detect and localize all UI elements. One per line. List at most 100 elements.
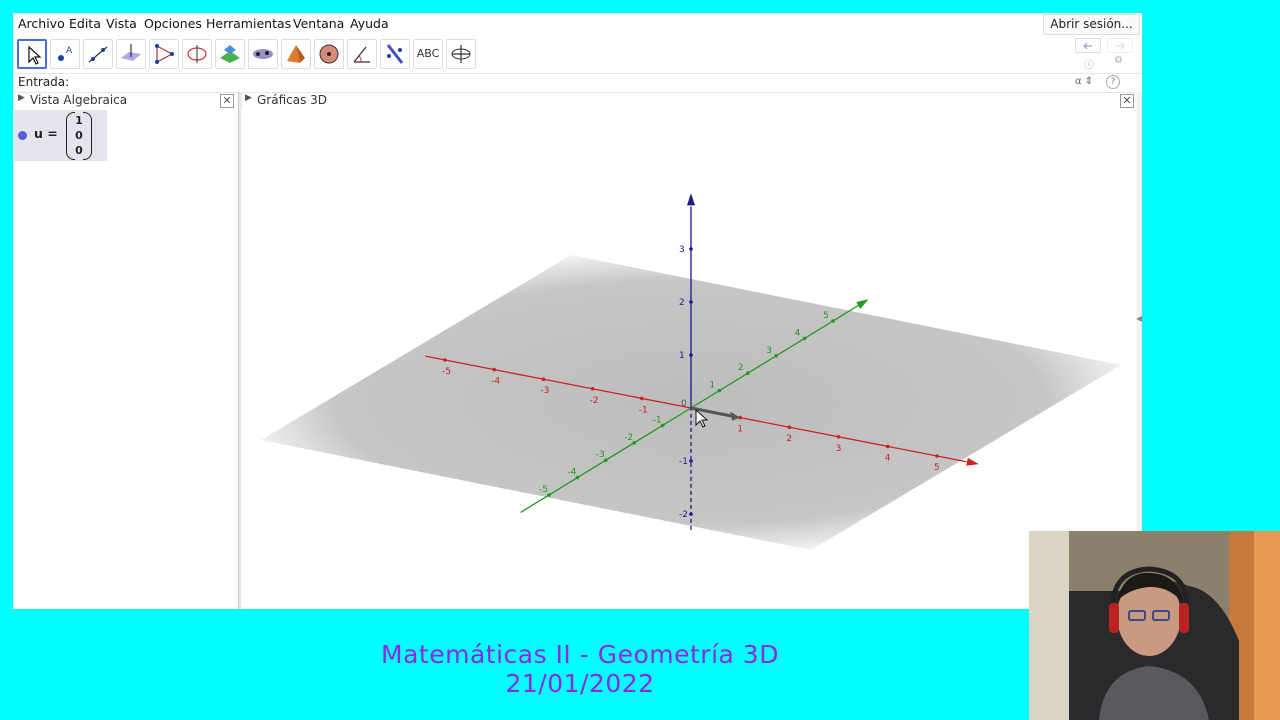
expand-arrow-icon[interactable]: ◀ xyxy=(1136,314,1142,323)
move-tool-icon xyxy=(28,45,42,65)
angle-tool[interactable] xyxy=(347,39,377,69)
input-field[interactable] xyxy=(71,75,1111,89)
y-axis-tick-label: -3 xyxy=(596,450,605,460)
circle-tool-icon xyxy=(187,45,207,63)
x-axis-tick xyxy=(935,454,939,458)
undo-button[interactable] xyxy=(1075,38,1101,53)
y-axis-tick-label: -1 xyxy=(653,415,662,425)
redo-button[interactable] xyxy=(1107,38,1133,53)
y-axis-tick-label: -4 xyxy=(567,468,576,478)
y-axis-tick xyxy=(746,371,750,376)
graphics-view-title: Gráficas 3D xyxy=(257,93,328,107)
menu-edita[interactable]: Edita xyxy=(69,16,101,31)
polygon-tool-icon xyxy=(155,44,174,64)
y-axis-tick-label: 3 xyxy=(766,346,772,356)
text-tool[interactable]: ABC xyxy=(413,39,443,69)
x-axis-tick-label: 5 xyxy=(934,463,940,473)
x-axis-tick-label: -5 xyxy=(442,367,451,377)
x-axis-tick-label: -2 xyxy=(590,396,599,406)
x-axis-tick-label: 3 xyxy=(836,444,842,454)
geogebra-window: Archivo Edita Vista Opciones Herramienta… xyxy=(13,13,1142,609)
z-axis-tick xyxy=(689,459,693,463)
circle-tool[interactable] xyxy=(182,39,212,69)
line-tool[interactable] xyxy=(83,39,113,69)
y-axis-tick xyxy=(774,354,778,358)
x-axis-tick xyxy=(787,425,792,430)
pyramid-tool[interactable] xyxy=(281,39,311,69)
x-axis-tick xyxy=(836,435,841,439)
z-axis-tick xyxy=(689,512,693,516)
perpendicular-tool[interactable] xyxy=(116,39,146,69)
x-axis-tick xyxy=(541,377,546,382)
intersect-tool[interactable] xyxy=(215,39,245,69)
input-help-icon[interactable]: ? xyxy=(1106,75,1120,89)
y-axis-tick xyxy=(717,388,722,393)
gear-icon[interactable]: ⚙ xyxy=(1114,55,1123,66)
algebra-view-close-icon[interactable]: ✕ xyxy=(220,94,234,108)
algebra-item-u[interactable]: u = 1 0 0 xyxy=(14,110,107,161)
point-tool[interactable]: A xyxy=(50,39,80,69)
collapse-arrow-icon[interactable]: ▶ xyxy=(18,93,25,103)
graphics-3d-view[interactable]: -5 -4 -3 -2 -1 1 2 3 4 5 -5 -4 -3 -2 -1 1 2 3 4 5 3 2 1 -1 -2 0 xyxy=(241,110,1137,609)
visibility-toggle[interactable] xyxy=(18,131,27,140)
graphics-view-header: ▶ Gráficas 3D ✕ xyxy=(241,92,1137,110)
scene-3d[interactable]: -5 -4 -3 -2 -1 1 2 3 4 5 -5 -4 -3 -2 -1 1 2 3 4 5 3 2 1 -1 -2 0 xyxy=(241,110,1137,609)
y-axis-tick-label: 4 xyxy=(795,328,801,338)
perpendicular-tool-icon xyxy=(121,44,141,61)
x-axis-tick-label: -4 xyxy=(491,377,500,387)
menu-vista[interactable]: Vista xyxy=(106,16,137,31)
x-axis-tick xyxy=(886,444,890,449)
x-axis-tick-label: 4 xyxy=(885,453,891,463)
y-axis-tick-label: 5 xyxy=(823,311,829,321)
menu-archivo[interactable]: Archivo xyxy=(18,16,65,31)
reflect-tool-icon xyxy=(386,44,404,64)
vector-component: 1 xyxy=(75,114,83,127)
plane-tool[interactable] xyxy=(248,39,278,69)
graphics-view-close-icon[interactable]: ✕ xyxy=(1120,94,1134,108)
y-axis-tick xyxy=(831,319,835,323)
intersect-surfaces-icon xyxy=(220,45,240,63)
sphere-tool[interactable] xyxy=(314,39,344,69)
polygon-tool[interactable] xyxy=(149,39,179,69)
reflect-tool[interactable] xyxy=(380,39,410,69)
collapse-arrow-icon[interactable]: ▶ xyxy=(245,93,252,103)
z-axis-arrow xyxy=(687,193,695,206)
vector-value: 1 0 0 xyxy=(66,112,92,160)
x-axis-tick xyxy=(640,396,644,401)
y-axis-tick-label: 2 xyxy=(738,363,744,373)
x-axis-arrow xyxy=(966,457,979,466)
z-axis-tick-label: 2 xyxy=(679,298,685,308)
input-bar: Entrada: α ⇕ ? xyxy=(13,73,1142,93)
login-button[interactable]: Abrir sesión... xyxy=(1043,14,1140,35)
menu-herramientas[interactable]: Herramientas xyxy=(206,16,291,31)
help-small-icon[interactable]: ⓘ xyxy=(1084,56,1094,71)
caption-title: Matemáticas II - Geometría 3D xyxy=(381,640,779,669)
undo-icon xyxy=(1083,42,1092,50)
redo-icon xyxy=(1116,42,1125,50)
pyramid-tool-icon xyxy=(287,45,305,63)
x-axis-tick-label: -3 xyxy=(540,386,549,396)
y-axis-arrow xyxy=(856,299,869,309)
vector-component: 0 xyxy=(75,144,83,157)
z-axis-tick-label: 1 xyxy=(679,351,685,361)
svg-text:A: A xyxy=(66,46,73,56)
toolbar: A ABC ⓘ ⚙ xyxy=(13,36,1142,72)
z-axis-tick xyxy=(689,247,693,251)
point-tool-icon: A xyxy=(58,46,73,61)
x-axis-tick-label: 2 xyxy=(786,434,792,444)
algebra-view: u = 1 0 0 xyxy=(13,110,238,609)
input-label: Entrada: xyxy=(18,75,70,89)
text-tool-label: ABC xyxy=(416,47,440,60)
menu-ayuda[interactable]: Ayuda xyxy=(350,16,389,31)
move-tool[interactable] xyxy=(17,39,47,69)
z-axis-tick-label: -2 xyxy=(679,510,688,520)
y-axis-tick-label: 1 xyxy=(709,381,715,391)
menu-ventana[interactable]: Ventana xyxy=(293,16,344,31)
alpha-symbol-button[interactable]: α ⇕ xyxy=(1075,76,1093,87)
rotate-view-icon xyxy=(451,45,471,63)
rotate-view-tool[interactable] xyxy=(446,39,476,69)
y-axis-tick xyxy=(802,336,807,341)
z-axis-tick xyxy=(689,300,693,304)
y-axis-tick-label: -2 xyxy=(624,433,633,443)
menu-opciones[interactable]: Opciones xyxy=(144,16,202,31)
